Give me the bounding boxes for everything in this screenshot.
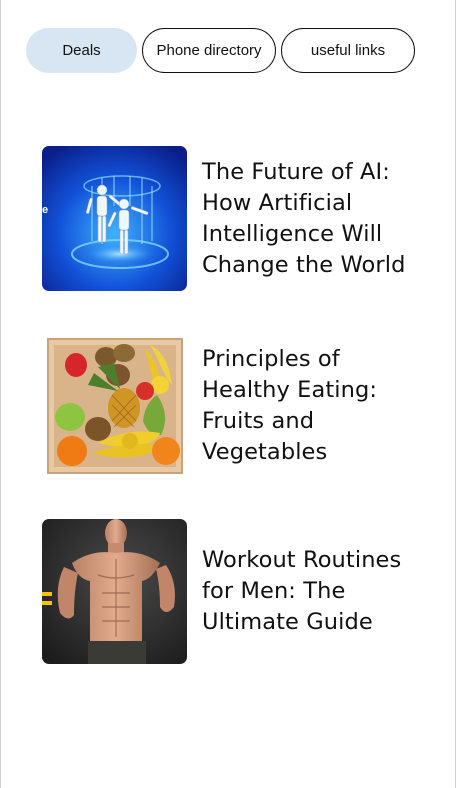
tab-useful-links[interactable]: useful links (281, 28, 415, 73)
tab-deals[interactable]: Deals (26, 28, 137, 73)
tab-bar: Deals Phone directory useful links (26, 28, 415, 73)
article-title[interactable]: Workout Routines for Men: The Ultimate G… (202, 545, 412, 638)
article-title[interactable]: The Future of AI: How Artificial Intelli… (202, 157, 412, 281)
article-card-healthy-eating[interactable]: Principles of Healthy Eating: Fruits and… (42, 333, 412, 478)
fruit-basket-thumbnail[interactable] (42, 333, 187, 478)
bodybuilder-thumbnail[interactable] (42, 519, 187, 664)
thumbnail-overlay-text: e (42, 204, 48, 216)
article-title[interactable]: Principles of Healthy Eating: Fruits and… (202, 344, 412, 468)
article-card-workout[interactable]: Workout Routines for Men: The Ultimate G… (42, 519, 412, 664)
article-card-ai[interactable]: e The Future of AI: How Artificial Intel… (42, 146, 412, 291)
ai-robots-thumbnail[interactable]: e (42, 146, 187, 291)
tab-phone-directory[interactable]: Phone directory (142, 28, 276, 73)
